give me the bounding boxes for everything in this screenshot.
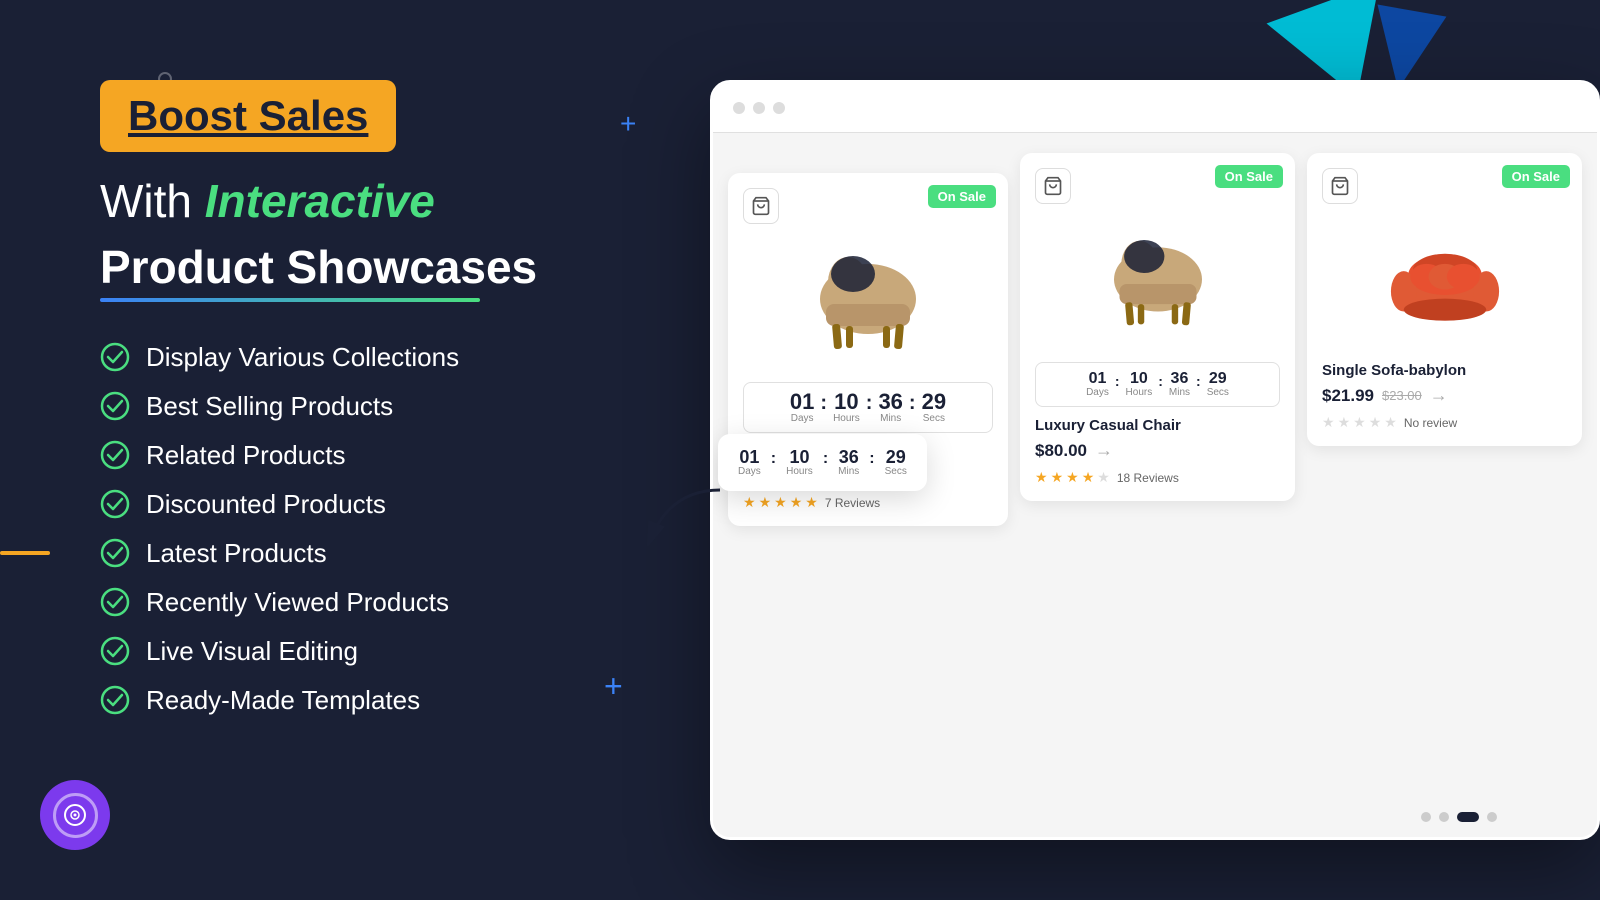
feature-item-6: Recently Viewed Products bbox=[100, 587, 650, 618]
boost-badge-text: Boost Sales bbox=[128, 92, 368, 139]
headline-with: With bbox=[100, 175, 192, 227]
check-icon-8 bbox=[100, 685, 130, 715]
browser-dot-2 bbox=[753, 102, 765, 114]
feature-item-7: Live Visual Editing bbox=[100, 636, 650, 667]
cart-icon-1[interactable] bbox=[743, 188, 779, 224]
feature-list: Display Various Collections Best Selling… bbox=[100, 342, 650, 716]
browser-top-bar bbox=[713, 83, 1597, 133]
logo-circle bbox=[40, 780, 110, 850]
countdown-secs-1: 29 Secs bbox=[922, 391, 946, 424]
countdown-mins-1: 36 Mins bbox=[878, 391, 902, 424]
sofa-svg-3 bbox=[1380, 229, 1510, 339]
feature-text-8: Ready-Made Templates bbox=[146, 685, 420, 716]
stars-2: ★ ★ ★ ★ ★ 18 Reviews bbox=[1035, 469, 1280, 486]
cart-icon-3[interactable] bbox=[1322, 168, 1358, 204]
carousel-dot-2[interactable] bbox=[1439, 812, 1449, 822]
float-days: 01 Days bbox=[738, 448, 761, 477]
carousel-dot-3[interactable] bbox=[1457, 812, 1479, 822]
headline: With Interactive bbox=[100, 172, 650, 232]
check-icon-3 bbox=[100, 440, 130, 470]
product-image-2 bbox=[1035, 214, 1280, 354]
product-image-1 bbox=[743, 234, 993, 374]
on-sale-badge-2: On Sale bbox=[1215, 165, 1283, 188]
product-card-2: On Sale 01 bbox=[1020, 153, 1295, 501]
feature-item-4: Discounted Products bbox=[100, 489, 650, 520]
browser-frame: On Sale bbox=[710, 80, 1600, 840]
countdown-bar-1: 01 Days : 10 Hours : 36 Mins : 2 bbox=[743, 382, 993, 433]
product-price-2: $80.00 → bbox=[1035, 440, 1280, 461]
floating-countdown: 01 Days : 10 Hours : 36 Mins : 2 bbox=[718, 434, 927, 491]
check-icon-1 bbox=[100, 342, 130, 372]
carousel-dot-1[interactable] bbox=[1421, 812, 1431, 822]
cart-icon-2[interactable] bbox=[1035, 168, 1071, 204]
feature-item-5: Latest Products bbox=[100, 538, 650, 569]
price-main-3: $21.99 bbox=[1322, 386, 1374, 406]
review-count-1: 7 Reviews bbox=[825, 496, 880, 510]
feature-text-4: Discounted Products bbox=[146, 489, 386, 520]
product-price-3: $21.99 $23.00 → bbox=[1322, 385, 1567, 406]
feature-text-5: Latest Products bbox=[146, 538, 327, 569]
check-icon-6 bbox=[100, 587, 130, 617]
feature-item-1: Display Various Collections bbox=[100, 342, 650, 373]
feature-item-8: Ready-Made Templates bbox=[100, 685, 650, 716]
chair-svg-1 bbox=[798, 244, 938, 364]
check-icon-5 bbox=[100, 538, 130, 568]
feature-text-2: Best Selling Products bbox=[146, 391, 393, 422]
feature-text-3: Related Products bbox=[146, 440, 345, 471]
product-card-1: On Sale bbox=[728, 173, 1008, 526]
countdown-days-1: 01 Days bbox=[790, 391, 814, 424]
float-hours: 10 Hours bbox=[786, 448, 813, 477]
browser-dot-3 bbox=[773, 102, 785, 114]
feature-item-2: Best Selling Products bbox=[100, 391, 650, 422]
price-main-2: $80.00 bbox=[1035, 441, 1087, 461]
product-name-2: Luxury Casual Chair bbox=[1035, 417, 1280, 434]
chair-svg-2 bbox=[1093, 229, 1223, 339]
product-card-3: On Sale bbox=[1307, 153, 1582, 446]
logo-inner bbox=[53, 793, 98, 838]
price-old-3: $23.00 bbox=[1382, 388, 1422, 403]
carousel-dot-4[interactable] bbox=[1487, 812, 1497, 822]
float-mins: 36 Mins bbox=[838, 448, 859, 477]
carousel-dots bbox=[1421, 812, 1497, 822]
countdown-hours-1: 10 Hours bbox=[833, 391, 860, 424]
left-panel: Boost Sales With Interactive Product Sho… bbox=[0, 0, 720, 900]
product-name-3: Single Sofa-babylon bbox=[1322, 362, 1567, 379]
countdown-bar-2: 01 Days : 10 Hours : 36 Mins : 2 bbox=[1035, 362, 1280, 407]
right-panel: On Sale bbox=[700, 0, 1600, 900]
review-count-3: No review bbox=[1404, 416, 1457, 430]
stars-3: ★ ★ ★ ★ ★ No review bbox=[1322, 414, 1567, 431]
headline-underline bbox=[100, 298, 480, 302]
check-icon-7 bbox=[100, 636, 130, 666]
feature-item-3: Related Products bbox=[100, 440, 650, 471]
stars-1: ★ ★ ★ ★ ★ 7 Reviews bbox=[743, 494, 993, 511]
boost-badge: Boost Sales bbox=[100, 80, 396, 152]
headline-interactive: Interactive bbox=[205, 175, 435, 227]
feature-text-1: Display Various Collections bbox=[146, 342, 459, 373]
logo-icon bbox=[60, 800, 90, 830]
product-image-3 bbox=[1322, 214, 1567, 354]
on-sale-badge-3: On Sale bbox=[1502, 165, 1570, 188]
review-count-2: 18 Reviews bbox=[1117, 471, 1179, 485]
browser-dot-1 bbox=[733, 102, 745, 114]
check-icon-2 bbox=[100, 391, 130, 421]
feature-text-7: Live Visual Editing bbox=[146, 636, 358, 667]
on-sale-badge-1: On Sale bbox=[928, 185, 996, 208]
check-icon-4 bbox=[100, 489, 130, 519]
headline-line2: Product Showcases bbox=[100, 240, 650, 294]
browser-content: On Sale bbox=[713, 133, 1597, 837]
float-secs: 29 Secs bbox=[885, 448, 907, 477]
feature-text-6: Recently Viewed Products bbox=[146, 587, 449, 618]
